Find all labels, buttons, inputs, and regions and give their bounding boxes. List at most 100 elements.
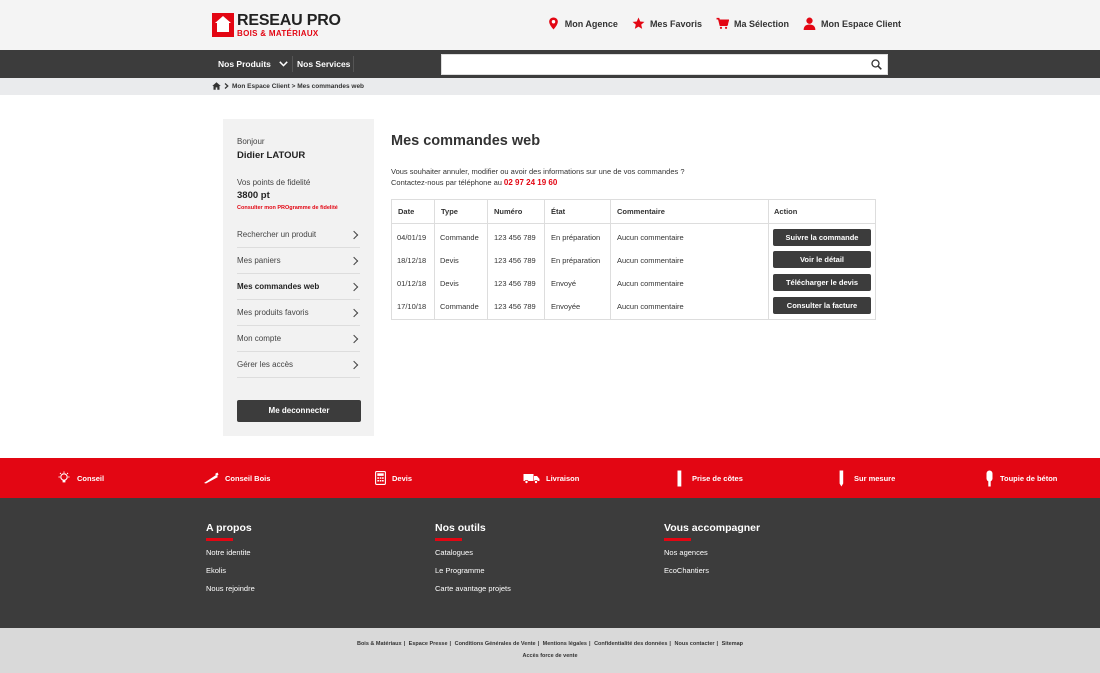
service-devis[interactable]: Devis <box>375 458 412 498</box>
footer-link[interactable]: Nous rejoindre <box>206 584 255 593</box>
user-icon <box>803 17 816 30</box>
top-nav-label: Ma Sélection <box>733 18 789 29</box>
cell-comment: Aucun commentaire <box>617 302 684 311</box>
legal-link[interactable]: Espace Presse <box>409 641 448 647</box>
nav-products-label: Nos Produits <box>218 59 271 69</box>
cell-type: Commande <box>440 302 479 311</box>
track-order-button[interactable]: Suivre la commande <box>773 229 871 246</box>
saw-icon <box>204 472 219 484</box>
chevron-right-icon <box>349 230 359 239</box>
top-nav-selection[interactable]: Ma Sélection <box>716 17 789 30</box>
footer-link[interactable]: Catalogues <box>435 548 511 557</box>
nav-products[interactable]: Nos Produits <box>218 50 288 78</box>
sidebar-item-web-orders[interactable]: Mes commandes web <box>237 274 360 300</box>
footer-heading: A propos <box>206 522 252 534</box>
footer-heading: Nos outils <box>435 522 486 534</box>
footer: A propos Notre identite Ekolis Nous rejo… <box>0 498 1100 628</box>
legal-link[interactable]: Sitemap <box>722 641 743 647</box>
sidebar-item-favorites[interactable]: Mes produits favoris <box>237 300 360 326</box>
services-band: Conseil Conseil Bois Devis Livraison Pri… <box>0 458 1100 498</box>
sidebar-item-label: Rechercher un produit <box>237 230 317 239</box>
cell-number: 123 456 789 <box>494 256 536 265</box>
program-link[interactable]: Consulter mon PROgramme de fidelité <box>237 205 338 211</box>
footer-link[interactable]: Notre identite <box>206 548 255 557</box>
top-nav-favoris[interactable]: Mes Favoris <box>632 17 702 30</box>
legal-link[interactable]: Mentions légales <box>543 641 587 647</box>
footer-link[interactable]: EcoChantiers <box>664 566 760 575</box>
nav-divider <box>292 56 293 72</box>
footer-link[interactable]: Ekolis <box>206 566 255 575</box>
download-quote-button[interactable]: Télécharger le devis <box>773 274 871 291</box>
footer-link[interactable]: Le Programme <box>435 566 511 575</box>
sidebar-item-search-product[interactable]: Rechercher un produit <box>237 222 360 248</box>
cell-state: Envoyée <box>551 302 581 311</box>
cell-number: 123 456 789 <box>494 233 536 242</box>
logout-button[interactable]: Me deconnecter <box>237 400 361 422</box>
service-prise-cotes[interactable]: Prise de côtes <box>677 458 743 498</box>
breadcrumb-path[interactable]: Mon Espace Client > Mes commandes web <box>232 83 364 90</box>
search-icon[interactable] <box>871 59 882 70</box>
column-header-type: Type <box>441 207 458 216</box>
column-divider <box>610 200 611 319</box>
top-nav-agence[interactable]: Mon Agence <box>547 17 618 30</box>
footer-link[interactable]: Nos agences <box>664 548 760 557</box>
breadcrumb: Mon Espace Client > Mes commandes web <box>212 82 364 90</box>
sales-access-link[interactable]: Accès force de vente <box>0 653 1100 659</box>
column-header-number: Numéro <box>494 207 523 216</box>
service-label: Livraison <box>546 473 580 483</box>
top-nav-label: Mon Espace Client <box>820 18 901 29</box>
footer-heading: Vous accompagner <box>664 522 761 534</box>
sidebar-item-label: Mon compte <box>237 334 282 343</box>
top-nav-label: Mes Favoris <box>649 18 702 29</box>
phone-number[interactable]: 02 97 24 19 60 <box>504 178 557 187</box>
sidebar-item-carts[interactable]: Mes paniers <box>237 248 360 274</box>
ruler-icon <box>677 470 682 486</box>
cell-number: 123 456 789 <box>494 279 536 288</box>
column-divider <box>544 200 545 319</box>
sidebar-item-access[interactable]: Gérer les accès <box>237 352 360 378</box>
column-divider <box>487 200 488 319</box>
footer-link[interactable]: Carte avantage projets <box>435 584 511 593</box>
column-header-action: Action <box>774 207 798 216</box>
cell-state: En préparation <box>551 233 601 242</box>
top-nav-label: Mon Agence <box>564 18 618 29</box>
legal-link[interactable]: Bois & Matériaux <box>357 641 402 647</box>
orders-table: Date Type Numéro État Commentaire Action… <box>391 199 876 320</box>
top-nav-espace-client[interactable]: Mon Espace Client <box>803 17 901 30</box>
pencil-icon <box>839 470 844 486</box>
service-conseil[interactable]: Conseil <box>57 458 104 498</box>
intro-text: Vous souhaiter annuler, modifier ou avoi… <box>391 167 685 176</box>
search-input[interactable] <box>444 57 864 72</box>
column-header-comment: Commentaire <box>617 207 665 216</box>
service-sur-mesure[interactable]: Sur mesure <box>839 458 895 498</box>
nav-divider <box>353 56 354 72</box>
chevron-right-icon <box>349 334 359 343</box>
nav-services[interactable]: Nos Services <box>297 50 350 78</box>
service-livraison[interactable]: Livraison <box>523 458 579 498</box>
concrete-mixer-icon <box>986 470 993 486</box>
view-detail-button[interactable]: Voir le détail <box>773 251 871 268</box>
logo[interactable]: RESEAU PRO BOIS & MATÉRIAUX <box>212 12 341 37</box>
service-label: Devis <box>392 473 413 483</box>
page-title: Mes commandes web <box>391 133 541 149</box>
legal-footer: Bois & Matériaux | Espace Presse | Conditi… <box>0 628 1100 673</box>
chevron-right-icon <box>224 83 229 89</box>
lightbulb-icon <box>58 471 70 483</box>
sidebar-item-label: Gérer les accès <box>237 360 294 369</box>
points-label: Vos points de fidelité <box>237 178 311 187</box>
service-conseil-bois[interactable]: Conseil Bois <box>203 458 270 498</box>
account-sidebar: Bonjour Didier LATOUR Vos points de fide… <box>223 119 374 436</box>
sidebar-item-label: Mes paniers <box>237 256 281 265</box>
home-icon[interactable] <box>212 82 221 90</box>
service-toupie-beton[interactable]: Toupie de béton <box>985 458 1057 498</box>
legal-link[interactable]: Confidentialité des données <box>594 641 667 647</box>
legal-link[interactable]: Nous contacter <box>675 641 715 647</box>
footer-col-support: Vous accompagner Nos agences EcoChantier… <box>664 522 760 584</box>
sidebar-item-account[interactable]: Mon compte <box>237 326 360 352</box>
sidebar-item-label: Mes commandes web <box>237 282 320 291</box>
view-invoice-button[interactable]: Consulter la facture <box>773 297 871 314</box>
top-nav: Mon Agence Mes Favoris Ma Sélection Mon … <box>547 17 901 30</box>
cell-state: En préparation <box>551 256 601 265</box>
cell-number: 123 456 789 <box>494 302 536 311</box>
legal-link[interactable]: Conditions Générales de Vente <box>455 641 536 647</box>
